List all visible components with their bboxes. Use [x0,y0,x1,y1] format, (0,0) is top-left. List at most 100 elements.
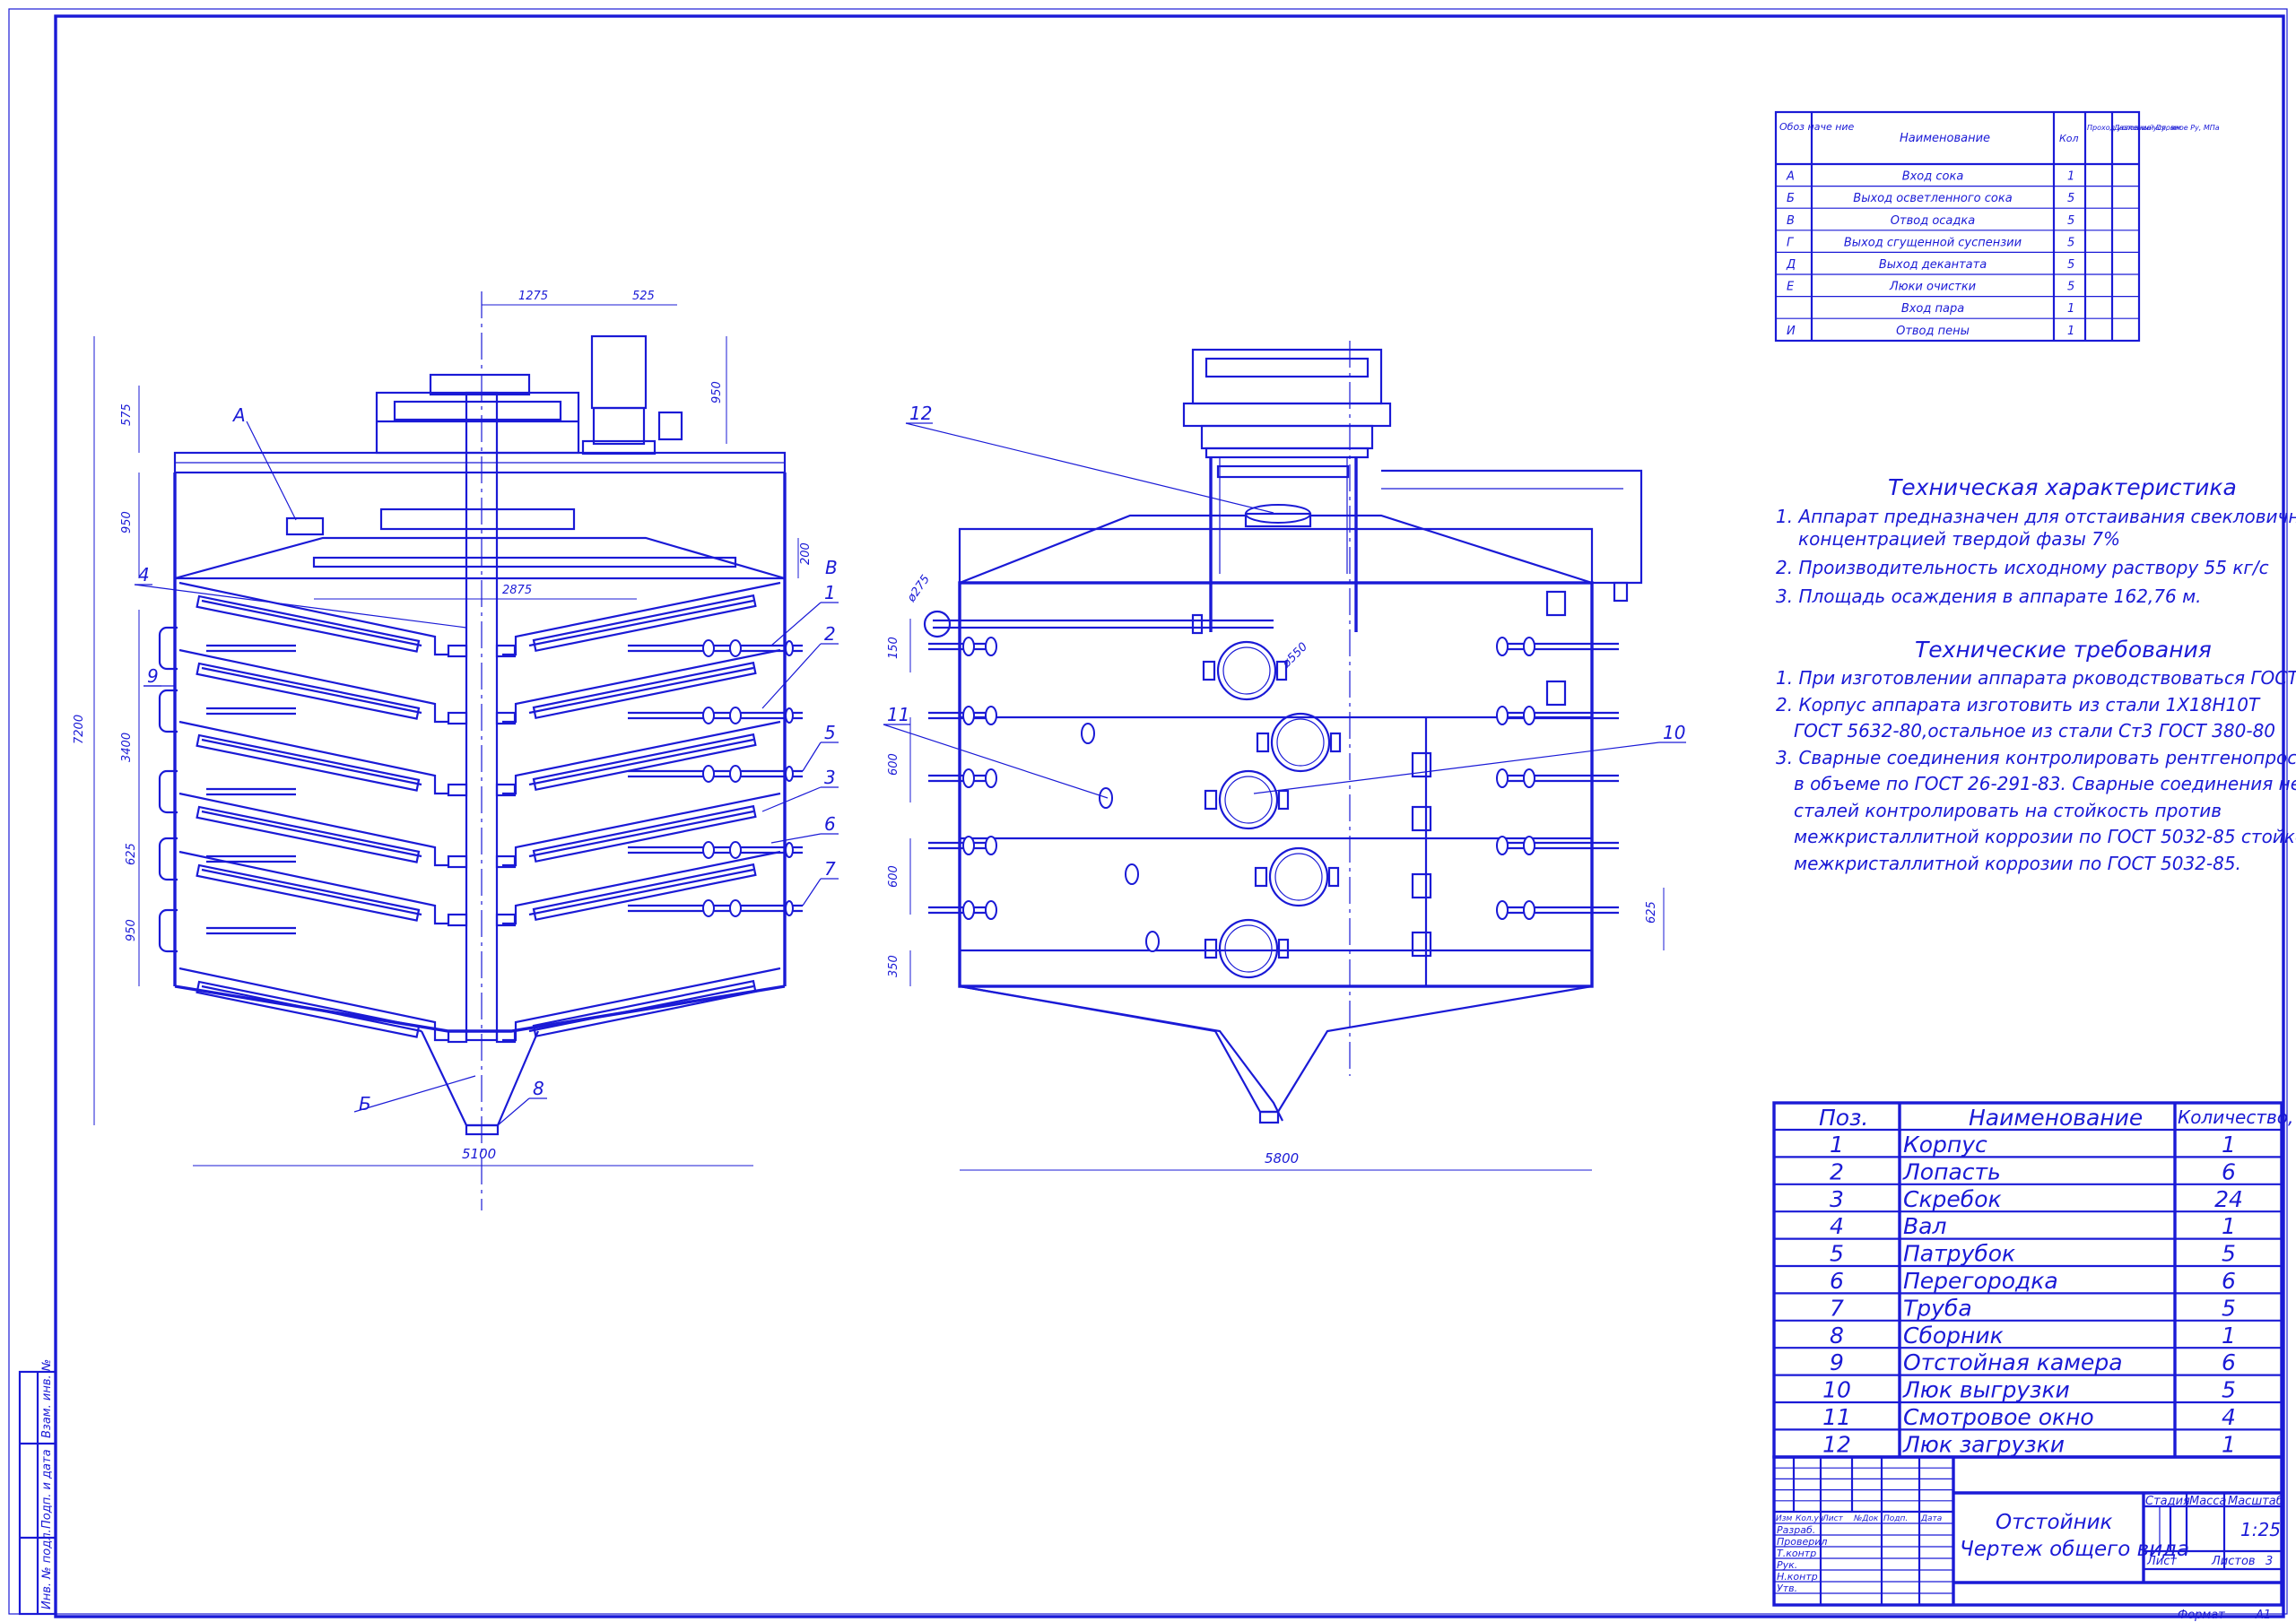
dim-950-b: 950 [710,381,724,403]
clamp [1411,931,1432,958]
part-qty: 24 [2214,1186,2243,1212]
dim-phi275: ø275 [904,573,933,605]
nozzle-name: Выход осветленного сока [1853,192,2012,205]
tb-role: Рук. [1777,1559,1797,1571]
clamp [1411,872,1432,899]
flange [729,639,742,657]
tech-characteristics: Техническая характеристика 1. Аппарат пр… [1776,474,2296,607]
hatch-clamp [1327,866,1340,888]
part-name: Корпус [1903,1132,1987,1158]
hatch-hinge [1254,866,1268,888]
nozzle-table: Обоз наче ние Наименование Кол Проход ус… [1774,110,2220,343]
tb-col-head: Изм [1776,1514,1793,1523]
tech-requirements: Технические требования 1. При изготовлен… [1776,637,2296,874]
callout-number: 12 [909,403,932,424]
tech-req-line: межкристаллитной коррозии по ГОСТ 5032-8… [1794,826,2296,847]
part-pos: 2 [1830,1158,1844,1184]
tb-col-head: Кол.уч [1796,1514,1823,1523]
dim-2875: 2875 [502,584,532,597]
blade [201,666,422,715]
dim-7200: 7200 [73,715,86,744]
nozzle-name: Выход декантата [1879,258,1987,272]
nozzle-letter-v: В [825,557,838,578]
tech-req-line: 3. Сварные соединения контролировать рен… [1776,747,2296,768]
dim-1275: 1275 [518,290,548,303]
scraper-left [196,805,421,863]
flange [962,768,975,788]
shaft-hub [447,854,468,869]
part-name: Перегородка [1903,1268,2058,1294]
scraper-left [196,662,421,720]
callout-number: 2 [824,623,836,645]
part-name: Люк загрузки [1902,1431,2065,1457]
tech-req-line: в объеме по ГОСТ 26-291-83. Сварные соед… [1794,773,2296,794]
nozzle-head-pn: Давление условное Pу, МПа [2113,124,2220,132]
unload-hatch [1268,846,1329,907]
tech-req-line: межкристаллитной коррозии по ГОСТ 5032-8… [1794,853,2241,874]
shaft-hub [447,644,468,658]
tb-role: Н.контр [1777,1571,1818,1583]
tb-col-head: Дата [1920,1514,1942,1523]
parts-head-qty: Количество, шт [2178,1106,2296,1128]
flange [785,900,794,916]
flange [962,637,975,656]
clamp [1545,590,1567,617]
tech-char-title: Техническая характеристика [1888,474,2237,500]
hatch-clamp [1329,732,1342,753]
side-view: 150 600 600 350 625 5800 ø550 ø275 12 11 1… [883,341,1686,1171]
tech-req-line: 1. При изготовлении аппарата рководствов… [1776,667,2296,689]
format-value: А1 [2255,1609,2271,1622]
clamp [1545,680,1567,707]
part-qty: 6 [2222,1268,2236,1294]
nozzle-qty: 5 [2067,258,2074,272]
nozzle-qty: 5 [2067,236,2074,249]
hatch-clamp [1277,938,1290,959]
blade [528,666,754,715]
parts-table: Поз. Наименование Количество, шт 1 Корпус… [1772,1101,2296,1459]
callout-number: 1 [824,582,836,603]
tb-sheets-count: 3 [2266,1555,2273,1568]
flange [1523,836,1535,855]
tb-scale: 1:25 [2240,1519,2281,1540]
part-name: Труба [1903,1295,1972,1321]
callout-leader [802,742,822,772]
nozzle-name: Вход сока [1902,170,1964,184]
flange [1523,637,1535,656]
flange [702,707,715,724]
parts-head-pos: Поз. [1819,1105,1868,1131]
stamp-replace: Взам. инв. № [40,1359,54,1438]
tech-req-line: 2. Корпус аппарата изготовить из стали 1… [1776,694,2261,716]
part-pos: 1 [1830,1132,1844,1158]
callout-number: 11 [887,704,909,725]
part-qty: 6 [2222,1349,2236,1375]
callout-number: 8 [533,1078,544,1099]
tb-scale-label: Масштаб [2228,1495,2283,1508]
blade [528,738,754,786]
blade [201,738,422,786]
callout-number: 4 [138,564,150,585]
dim-525: 525 [632,290,655,303]
nozzle-head-name: Наименование [1900,132,1990,145]
nozzle-qty: 5 [2067,192,2074,205]
dim-600-b: 600 [887,865,900,888]
nozzle-name: Отвод пены [1896,325,1970,338]
part-pos: 8 [1830,1323,1844,1349]
flange [785,640,794,656]
tb-sheets: Листов [2211,1555,2256,1568]
dim-phi550: ø550 [1280,640,1310,671]
part-qty: 1 [2222,1132,2236,1158]
tech-req-line: ГОСТ 5632-80,остальное из стали Ст3 ГОСТ… [1794,720,2275,742]
nozzle-name: Вход пара [1901,302,1964,316]
tb-sheet: Лист [2146,1555,2177,1568]
nozzle-code: И [1787,325,1796,338]
nozzle-name: Отвод осадка [1891,214,1975,228]
part-pos: 7 [1830,1295,1844,1321]
part-name: Лопасть [1902,1158,2001,1184]
hatch-hinge [1202,660,1216,681]
tech-char-line: 2. Производительность исходному раствору… [1776,557,2269,578]
dim-625-b: 625 [1645,901,1658,924]
shaft-hub [447,783,468,797]
flange [729,899,742,917]
callout-number: 7 [824,858,836,880]
part-qty: 4 [2222,1404,2236,1430]
